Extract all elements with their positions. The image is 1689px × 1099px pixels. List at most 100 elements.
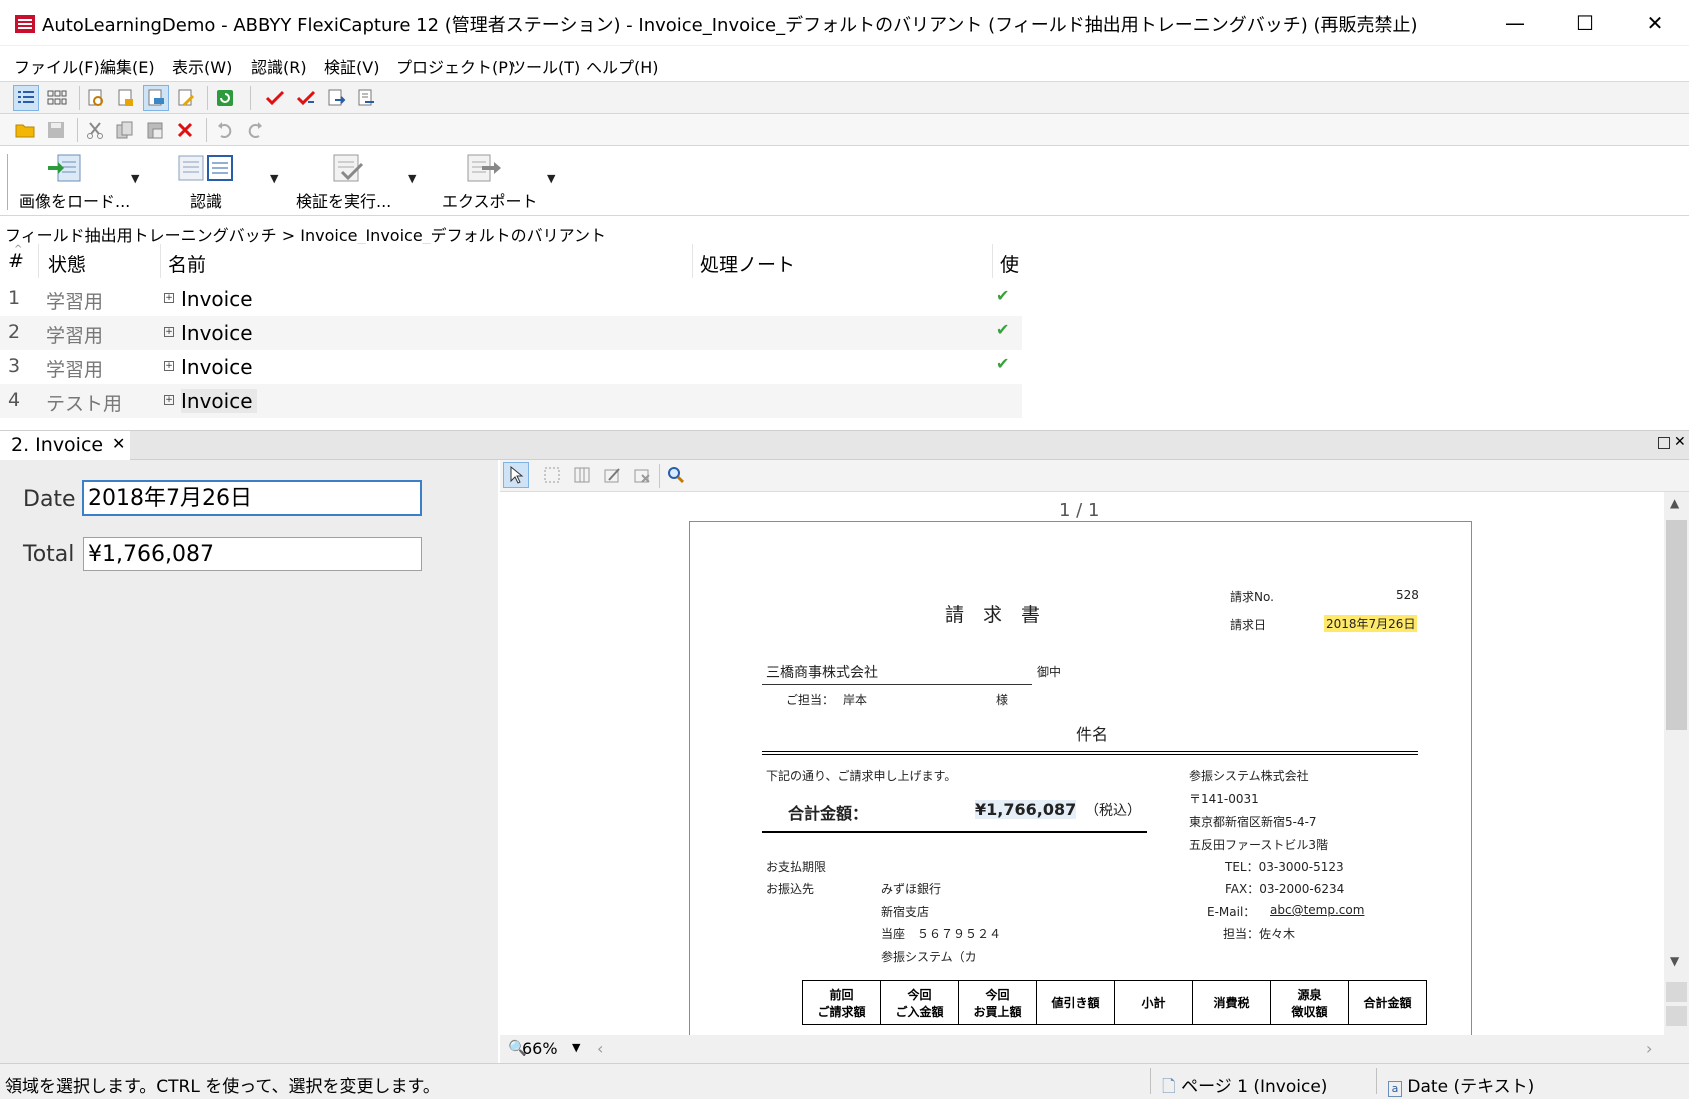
paste-button[interactable] xyxy=(142,117,168,143)
export-dropdown-icon[interactable]: ▼ xyxy=(547,172,555,185)
invoice-intro: 下記の通り、ご請求申し上げます。 xyxy=(766,769,957,783)
menu-file[interactable]: ファイル(F) xyxy=(14,54,100,78)
select-tool-button[interactable] xyxy=(503,462,529,488)
scroll-right-icon[interactable]: › xyxy=(1646,1039,1652,1058)
export-document-button[interactable] xyxy=(323,85,349,111)
open-button[interactable] xyxy=(13,117,39,143)
document-search-button[interactable] xyxy=(83,85,109,111)
column-status[interactable]: 状態 xyxy=(48,250,86,277)
close-button[interactable]: ✕ xyxy=(1620,0,1689,46)
document-row[interactable]: 1 学習用 + Invoice ✔ xyxy=(0,282,1022,316)
cut-button[interactable] xyxy=(82,117,108,143)
menu-help[interactable]: ヘルプ(H) xyxy=(586,54,659,78)
menu-tools[interactable]: ツール(T) xyxy=(510,54,580,78)
document-view-button[interactable] xyxy=(143,85,169,111)
document-row[interactable]: 2 学習用 + Invoice ✔ xyxy=(0,316,1022,350)
status-field-text: Date (テキスト) xyxy=(1407,1077,1535,1097)
zoom-dropdown-icon[interactable]: ▼ xyxy=(572,1041,580,1054)
invoice-date-value[interactable]: 2018年7月26日 xyxy=(1324,615,1418,632)
delete-region-icon xyxy=(634,469,650,483)
thumbnail-view-button[interactable] xyxy=(44,85,70,111)
restore-pane-icon[interactable] xyxy=(1658,437,1670,449)
table-icon xyxy=(574,467,590,483)
list-view-icon xyxy=(18,91,34,103)
expand-icon[interactable]: + xyxy=(164,361,174,371)
recognize-dropdown-icon[interactable]: ▼ xyxy=(270,172,278,185)
row-number: 2 xyxy=(8,321,21,343)
delete-region-button[interactable] xyxy=(629,462,655,488)
table-tool-button[interactable] xyxy=(569,462,595,488)
menu-recognize[interactable]: 認識(R) xyxy=(251,54,307,78)
total-label: Total xyxy=(23,542,75,567)
recognize-button[interactable]: 認識 ▼ xyxy=(170,146,286,216)
page-down-icon[interactable] xyxy=(1666,1006,1687,1026)
run-verification-button[interactable]: 検証を実行... ▼ xyxy=(294,146,424,216)
verify-next-button[interactable] xyxy=(293,85,319,111)
customer-onchu: 御中 xyxy=(1037,665,1062,679)
load-dropdown-icon[interactable]: ▼ xyxy=(131,172,139,185)
expand-icon[interactable]: + xyxy=(164,327,174,337)
save-button[interactable] xyxy=(43,117,69,143)
red-check-icon xyxy=(296,90,316,106)
date-field[interactable]: 2018年7月26日 xyxy=(82,480,422,516)
invoice-date-label: 請求日 xyxy=(1230,618,1267,632)
scroll-left-icon[interactable]: ‹ xyxy=(597,1039,603,1058)
minimize-button[interactable]: — xyxy=(1480,0,1550,46)
invoice-page[interactable]: 請 求 書 請求No. 528 請求日 2018年7月26日 三橋商事株式会社 … xyxy=(689,521,1472,1041)
list-view-button[interactable] xyxy=(13,85,39,111)
refresh-button[interactable] xyxy=(212,85,238,111)
total-amount-value[interactable]: ¥1,766,087 xyxy=(975,800,1077,819)
column-number[interactable]: # xyxy=(8,250,24,272)
total-field[interactable]: ¥1,766,087 xyxy=(83,537,422,571)
column-used[interactable]: 使 xyxy=(1000,250,1019,277)
batch-export-icon xyxy=(358,89,374,106)
menu-edit[interactable]: 編集(E) xyxy=(100,54,155,78)
zoom-tool-button[interactable] xyxy=(663,462,689,488)
document-edit-button[interactable] xyxy=(173,85,199,111)
contact-name: 岸本 xyxy=(843,693,868,707)
undo-button[interactable] xyxy=(212,117,238,143)
scroll-down-icon[interactable]: ▼ xyxy=(1670,954,1679,968)
delete-button[interactable] xyxy=(172,117,198,143)
bank-branch: 新宿支店 xyxy=(881,905,930,919)
scroll-up-icon[interactable]: ▲ xyxy=(1670,496,1679,510)
page-up-icon[interactable] xyxy=(1666,982,1687,1002)
menu-project[interactable]: プロジェクト(P) xyxy=(396,54,514,78)
document-row[interactable]: 4 テスト用 + Invoice xyxy=(0,384,1022,418)
load-images-button[interactable]: 画像をロード... ▼ xyxy=(14,146,144,216)
edit-region-button[interactable] xyxy=(599,462,625,488)
export-batch-button[interactable] xyxy=(353,85,379,111)
total-amount-label: 合計金額： xyxy=(788,804,869,823)
export-button[interactable]: エクスポート ▼ xyxy=(438,146,566,216)
menu-verify[interactable]: 検証(V) xyxy=(324,54,379,78)
verify-check-button[interactable] xyxy=(262,85,288,111)
document-row[interactable]: 3 学習用 + Invoice ✔ xyxy=(0,350,1022,384)
tab-close-icon[interactable]: ✕ xyxy=(112,434,125,453)
breadcrumb[interactable]: フィールド抽出用トレーニングバッチ > Invoice_Invoice_デフォル… xyxy=(5,222,606,246)
region-tool-button[interactable] xyxy=(539,462,565,488)
horizontal-scrollbar[interactable]: 🔍 66% ▼ ‹ › xyxy=(500,1035,1689,1063)
expand-icon[interactable]: + xyxy=(164,293,174,303)
table-header: 今回 ご入金額 xyxy=(880,980,959,1025)
row-name: Invoice xyxy=(181,389,257,413)
company-fax: FAX：03-2000-6234 xyxy=(1225,882,1345,896)
menu-view[interactable]: 表示(W) xyxy=(172,54,232,78)
document-lock-button[interactable] xyxy=(113,85,139,111)
verification-dropdown-icon[interactable]: ▼ xyxy=(408,172,416,185)
redo-button[interactable] xyxy=(242,117,268,143)
column-name[interactable]: 名前 xyxy=(168,250,206,277)
document-list: ^ # 状態 名前 処理ノート 使 1 学習用 + Invoice ✔ 2 学習… xyxy=(0,244,1689,430)
copy-button[interactable] xyxy=(112,117,138,143)
column-processing-notes[interactable]: 処理ノート xyxy=(700,250,795,277)
edit-region-icon xyxy=(604,468,620,483)
minimize-icon: — xyxy=(1505,11,1525,35)
export-label: エクスポート xyxy=(442,192,538,211)
row-number: 3 xyxy=(8,355,21,377)
vertical-scroll-thumb[interactable] xyxy=(1666,520,1687,730)
recognize-icon xyxy=(178,155,233,181)
zoom-level[interactable]: 66% xyxy=(522,1039,558,1058)
close-pane-icon[interactable]: ✕ xyxy=(1674,434,1686,450)
expand-icon[interactable]: + xyxy=(164,395,174,405)
row-name: Invoice xyxy=(181,287,253,311)
maximize-button[interactable]: ☐ xyxy=(1550,0,1620,46)
